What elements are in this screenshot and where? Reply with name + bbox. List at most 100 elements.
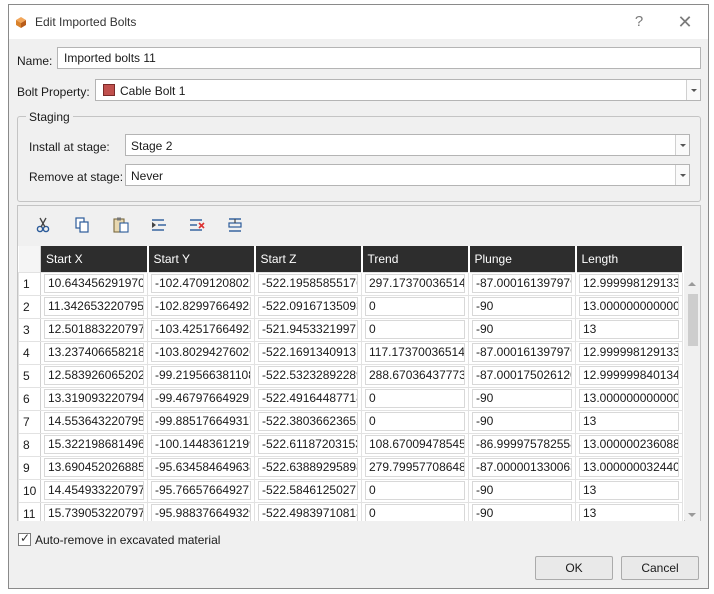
delete-row-icon[interactable] bbox=[188, 216, 206, 234]
chevron-down-icon[interactable] bbox=[686, 80, 700, 100]
table-row[interactable]: 10 14.454933220797 -95.766576649271 -522.58… bbox=[18, 478, 683, 503]
table-cell[interactable]: -522.63889295898 bbox=[254, 455, 362, 480]
row-number[interactable]: 1 bbox=[18, 271, 41, 296]
table-cell[interactable]: -90 bbox=[468, 501, 576, 521]
table-cell[interactable]: -99.219566381108 bbox=[147, 363, 255, 388]
chevron-down-icon[interactable] bbox=[675, 135, 689, 155]
table-cell[interactable]: -95.766576649271 bbox=[147, 478, 255, 503]
table-cell[interactable]: -521.94533219971 bbox=[254, 317, 362, 342]
row-number[interactable]: 5 bbox=[18, 363, 41, 388]
auto-remove-checkbox[interactable] bbox=[18, 531, 31, 546]
table-cell[interactable]: 15.739053220797 bbox=[40, 501, 148, 521]
table-cell[interactable]: 13.319093220794 bbox=[40, 386, 148, 411]
paste-icon[interactable] bbox=[112, 216, 130, 234]
table-cell[interactable]: 0 bbox=[361, 478, 469, 503]
help-button[interactable]: ? bbox=[627, 11, 651, 33]
table-cell[interactable]: 14.454933220797 bbox=[40, 478, 148, 503]
table-cell[interactable]: -522.19585855176 bbox=[254, 271, 362, 296]
table-cell[interactable]: 12.9999998401347 bbox=[575, 363, 683, 388]
table-cell[interactable]: -522.58461250271 bbox=[254, 478, 362, 503]
table-cell[interactable]: -102.82997664925 bbox=[147, 294, 255, 319]
copy-icon[interactable] bbox=[73, 216, 91, 234]
table-cell[interactable]: 13 bbox=[575, 409, 683, 434]
table-cell[interactable]: 288.67036437773 bbox=[361, 363, 469, 388]
table-cell[interactable]: 13 bbox=[575, 501, 683, 521]
table-row[interactable]: 7 14.553643220795 -99.885176649317 -522.380… bbox=[18, 409, 683, 434]
table-cell[interactable]: 117.17370036514 bbox=[361, 340, 469, 365]
table-cell[interactable]: -522.49839710813 bbox=[254, 501, 362, 521]
table-cell[interactable]: 0 bbox=[361, 386, 469, 411]
table-cell[interactable]: 279.79957708648 bbox=[361, 455, 469, 480]
table-cell[interactable]: -522.38036623652 bbox=[254, 409, 362, 434]
table-cell[interactable]: -99.467976649291 bbox=[147, 386, 255, 411]
table-cell[interactable]: -522.49164487718 bbox=[254, 386, 362, 411]
cut-icon[interactable] bbox=[34, 216, 52, 234]
table-cell[interactable]: 13.0000002360889 bbox=[575, 432, 683, 457]
row-number[interactable]: 3 bbox=[18, 317, 41, 342]
bolt-property-dropdown[interactable]: Cable Bolt 1 bbox=[95, 79, 701, 101]
table-row[interactable]: 6 13.319093220794 -99.467976649291 -522.491… bbox=[18, 386, 683, 411]
table-cell[interactable]: 15.322198681496 bbox=[40, 432, 148, 457]
column-header-start-y[interactable]: Start Y bbox=[147, 246, 256, 272]
ok-button[interactable]: OK bbox=[535, 556, 613, 580]
table-cell[interactable]: -90 bbox=[468, 294, 576, 319]
table-cell[interactable]: -522.61187203153 bbox=[254, 432, 362, 457]
row-number[interactable]: 2 bbox=[18, 294, 41, 319]
table-cell[interactable]: -522.16913409131 bbox=[254, 340, 362, 365]
column-header-plunge[interactable]: Plunge bbox=[468, 246, 577, 272]
table-row[interactable]: 3 12.501883220797 -103.42517664923 -521.945… bbox=[18, 317, 683, 342]
table-cell[interactable]: 13.0000000324409 bbox=[575, 455, 683, 480]
table-cell[interactable]: -90 bbox=[468, 386, 576, 411]
row-number[interactable]: 6 bbox=[18, 386, 41, 411]
insert-row-icon[interactable] bbox=[150, 216, 168, 234]
table-cell[interactable]: -103.42517664923 bbox=[147, 317, 255, 342]
column-header-start-x[interactable]: Start X bbox=[40, 246, 149, 272]
table-row[interactable]: 2 11.342653220795 -102.82997664925 -522.091… bbox=[18, 294, 683, 319]
remove-stage-dropdown[interactable]: Never bbox=[125, 164, 690, 186]
row-number[interactable]: 9 bbox=[18, 455, 41, 480]
row-number[interactable]: 8 bbox=[18, 432, 41, 457]
table-row[interactable]: 9 13.690452026885 -95.634584649638 -522.638… bbox=[18, 455, 683, 480]
table-cell[interactable]: -87.000161397979 bbox=[468, 340, 576, 365]
column-header-trend[interactable]: Trend bbox=[361, 246, 470, 272]
table-cell[interactable]: -100.14483612199 bbox=[147, 432, 255, 457]
table-cell[interactable]: -522.09167135093 bbox=[254, 294, 362, 319]
fill-down-icon[interactable] bbox=[226, 216, 244, 234]
table-cell[interactable]: 10.643456291970883 bbox=[40, 271, 148, 296]
table-row[interactable]: 110.643456291970883 -102.47091208022 -522.… bbox=[18, 271, 683, 296]
table-cell[interactable]: 13 bbox=[575, 317, 683, 342]
table-cell[interactable]: 108.67009478545 bbox=[361, 432, 469, 457]
row-number[interactable]: 11 bbox=[18, 501, 41, 521]
row-number[interactable]: 4 bbox=[18, 340, 41, 365]
chevron-down-icon[interactable] bbox=[675, 165, 689, 185]
close-button[interactable]: ✕ bbox=[673, 11, 697, 33]
table-cell[interactable]: 13.0000000000001 bbox=[575, 294, 683, 319]
table-cell[interactable]: 0 bbox=[361, 409, 469, 434]
table-cell[interactable]: -95.634584649638 bbox=[147, 455, 255, 480]
table-row[interactable]: 8 15.322198681496 -100.14483612199 -522.611… bbox=[18, 432, 683, 457]
table-cell[interactable]: 0 bbox=[361, 501, 469, 521]
table-cell[interactable]: 13 bbox=[575, 478, 683, 503]
name-input[interactable]: Imported bolts 11 bbox=[57, 47, 701, 69]
table-cell[interactable]: -90 bbox=[468, 409, 576, 434]
column-header-start-z[interactable]: Start Z bbox=[254, 246, 363, 272]
table-cell[interactable]: 13.690452026885 bbox=[40, 455, 148, 480]
table-cell[interactable]: -99.885176649317 bbox=[147, 409, 255, 434]
table-cell[interactable]: -522.53232892289 bbox=[254, 363, 362, 388]
table-cell[interactable]: -87.000001330063 bbox=[468, 455, 576, 480]
table-cell[interactable]: -102.47091208022 bbox=[147, 271, 255, 296]
table-cell[interactable]: -90 bbox=[468, 478, 576, 503]
table-cell[interactable]: 12.501883220797 bbox=[40, 317, 148, 342]
table-cell[interactable]: -90 bbox=[468, 317, 576, 342]
scroll-down-icon[interactable] bbox=[688, 513, 696, 517]
table-cell[interactable]: -95.988376649329 bbox=[147, 501, 255, 521]
table-vertical-scrollbar[interactable] bbox=[685, 246, 700, 521]
install-stage-dropdown[interactable]: Stage 2 bbox=[125, 134, 690, 156]
table-row[interactable]: 4 13.237406658218 -103.80294276026 -522.169… bbox=[18, 340, 683, 365]
table-cell[interactable]: 12.9999981291335 bbox=[575, 271, 683, 296]
row-number[interactable]: 7 bbox=[18, 409, 41, 434]
table-cell[interactable]: 13.0000000000001 bbox=[575, 386, 683, 411]
row-number[interactable]: 10 bbox=[18, 478, 41, 503]
table-cell[interactable]: 297.17370036514 bbox=[361, 271, 469, 296]
table-cell[interactable]: 0 bbox=[361, 294, 469, 319]
